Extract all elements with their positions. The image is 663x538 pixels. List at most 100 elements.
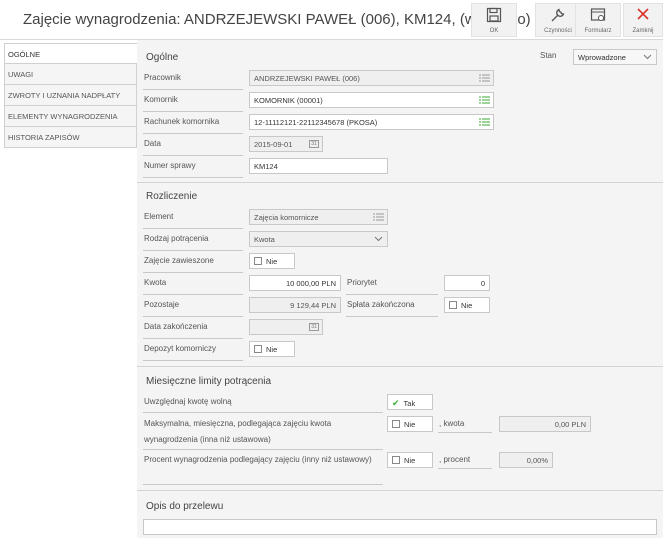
calendar-icon: 31 — [309, 323, 319, 331]
priorytet-field[interactable]: 0 — [444, 275, 490, 291]
close-icon — [637, 8, 649, 20]
splata-checkbox[interactable]: Nie — [444, 297, 490, 313]
komornik-value: KOMORNIK (00001) — [254, 96, 323, 105]
procent-sub-label: , procent — [439, 455, 471, 464]
kwota-wolna-checkbox[interactable]: ✔ Tak — [387, 394, 433, 410]
pracownik-value: ANDRZEJEWSKI PAWEŁ (006) — [254, 74, 360, 83]
sidebar: OGÓLNE UWAGI ZWROTY I UZNANIA NADPŁATY E… — [4, 43, 137, 148]
formularz-button[interactable]: Formularz — [575, 3, 621, 37]
window-title: Zajęcie wynagrodzenia: ANDRZEJEWSKI PAWE… — [23, 11, 531, 28]
numer-underline — [143, 177, 243, 178]
sidebar-item-ogolne[interactable]: OGÓLNE — [4, 43, 137, 64]
rachunek-value: 12-11112121-22112345678 (PKOSA) — [254, 118, 378, 127]
depozyt-label: Depozyt komorniczy — [144, 344, 217, 353]
formularz-label: Formularz — [584, 28, 612, 34]
czynnosci-label: Czynności — [544, 28, 572, 34]
form-icon — [590, 8, 606, 21]
sidebar-item-uwagi[interactable]: UWAGI — [4, 64, 137, 85]
data-label: Data — [144, 139, 161, 148]
max-kwota-label-line1: Maksymalna, miesięczna, podlegająca zaję… — [144, 419, 332, 428]
procent-checkbox[interactable]: Nie — [387, 452, 433, 468]
kwota-field[interactable]: 10 000,00 PLN — [249, 275, 341, 291]
list-icon — [479, 118, 490, 126]
priorytet-value: 0 — [480, 279, 485, 288]
pozostaje-field: 9 129,44 PLN — [249, 297, 341, 313]
pracownik-field[interactable]: ANDRZEJEWSKI PAWEŁ (006) — [249, 70, 494, 86]
kwota-wolna-label: Uwzględnaj kwotę wolną — [144, 397, 232, 406]
kwota-wolna-underline — [143, 412, 383, 413]
max-kwota-sub-underline — [438, 432, 492, 433]
section-limity: Miesięczne limity potrącenia Uwzględnaj … — [137, 366, 663, 490]
checkbox-box — [254, 257, 262, 265]
komornik-label: Komornik — [144, 95, 178, 104]
procent-underline — [143, 484, 383, 485]
max-kwota-label-line2: wynagrodzenia (inna niż ustawowa) — [144, 435, 271, 444]
pozostaje-underline — [143, 316, 243, 317]
komornik-field[interactable]: KOMORNIK (00001) — [249, 92, 494, 108]
max-kwota-sub-label: , kwota — [439, 419, 465, 428]
pracownik-underline — [143, 89, 243, 90]
checkbox-box — [254, 345, 262, 353]
section-title-opis: Opis do przelewu — [146, 501, 224, 512]
section-rozliczenie: Rozliczenie Element Zajęcia komornicze R… — [137, 182, 663, 366]
kwota-value: 10 000,00 PLN — [285, 279, 336, 288]
rodzaj-value: Kwota — [254, 235, 275, 244]
rachunek-field[interactable]: 12-11112121-22112345678 (PKOSA) — [249, 114, 494, 130]
data-zakonczenia-field[interactable]: 31 — [249, 319, 323, 335]
section-title-rozliczenie: Rozliczenie — [146, 191, 198, 202]
numer-sprawy-label: Numer sprawy — [144, 161, 196, 170]
max-kwota-value: Nie — [404, 420, 416, 429]
list-icon — [479, 96, 490, 104]
data-field[interactable]: 2015-09-01 31 — [249, 136, 323, 152]
rachunek-label: Rachunek komornika — [144, 117, 220, 126]
zamknij-label: Zamknij — [632, 28, 654, 34]
zamknij-button[interactable]: Zamknij — [623, 3, 663, 37]
pozostaje-label: Pozostaje — [144, 300, 180, 309]
priorytet-label: Priorytet — [347, 278, 377, 287]
zawieszone-value: Nie — [266, 257, 278, 266]
priorytet-underline — [346, 294, 438, 295]
depozyt-underline — [143, 360, 243, 361]
sidebar-item-historia[interactable]: HISTORIA ZAPISÓW — [4, 127, 137, 148]
depozyt-checkbox[interactable]: Nie — [249, 341, 295, 357]
kwota-wolna-value: Tak — [403, 399, 416, 408]
zawieszone-checkbox[interactable]: Nie — [249, 253, 295, 269]
section-title-limity: Miesięczne limity potrącenia — [146, 376, 272, 387]
sidebar-item-elementy[interactable]: ELEMENTY WYNAGRODZENIA — [4, 106, 137, 127]
data-value: 2015-09-01 — [254, 140, 293, 149]
chevron-down-icon — [374, 236, 383, 242]
element-underline — [143, 228, 243, 229]
stan-label: Stan — [540, 51, 557, 60]
section-opis: Opis do przelewu — [137, 490, 663, 538]
chevron-down-icon — [643, 54, 652, 60]
element-value: Zajęcia komornicze — [254, 213, 319, 222]
depozyt-value: Nie — [266, 345, 278, 354]
procent-amount-field: 0,00% — [499, 452, 553, 468]
kwota-label: Kwota — [144, 278, 167, 287]
checkbox-box — [392, 456, 400, 464]
procent-sub-underline — [438, 468, 492, 469]
sidebar-item-zwroty[interactable]: ZWROTY I UZNANIA NADPŁATY — [4, 85, 137, 106]
stan-value: Wprowadzone — [578, 53, 626, 62]
splata-value: Nie — [461, 301, 473, 310]
pozostaje-value: 9 129,44 PLN — [290, 301, 336, 310]
wrench-icon — [551, 8, 565, 22]
opis-input[interactable] — [143, 519, 657, 535]
section-title-ogolne: Ogólne — [146, 52, 179, 63]
data-underline — [143, 155, 243, 156]
ok-button[interactable]: OK — [471, 3, 517, 37]
splata-label: Spłata zakończona — [347, 300, 415, 309]
zawieszone-underline — [143, 272, 243, 273]
stan-select[interactable]: Wprowadzone — [573, 49, 657, 65]
procent-value: Nie — [404, 456, 416, 465]
splata-underline — [346, 316, 438, 317]
ok-label: OK — [489, 28, 499, 34]
main-panel: Ogólne Stan Wprowadzone Pracownik ANDRZE… — [137, 40, 663, 538]
numer-sprawy-value: KM124 — [254, 162, 278, 171]
max-kwota-amount-field: 0,00 PLN — [499, 416, 591, 432]
numer-sprawy-field[interactable]: KM124 — [249, 158, 388, 174]
element-field[interactable]: Zajęcia komornicze — [249, 209, 388, 225]
komornik-underline — [143, 111, 243, 112]
rodzaj-select[interactable]: Kwota — [249, 231, 388, 247]
max-kwota-checkbox[interactable]: Nie — [387, 416, 433, 432]
